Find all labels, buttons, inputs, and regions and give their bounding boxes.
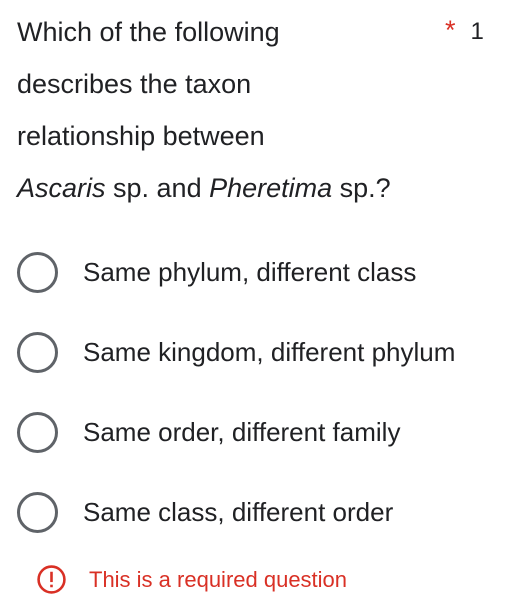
question-line-1: Which of the following (17, 17, 280, 47)
question-line-3: relationship between (17, 121, 265, 151)
option-label: Same kingdom, different phylum (83, 336, 456, 367)
option-label: Same phylum, different class (83, 256, 417, 287)
required-error: This is a required question (36, 564, 347, 595)
required-asterisk: * (445, 15, 456, 45)
option-same-phylum[interactable]: Same phylum, different class (17, 232, 513, 312)
option-label: Same order, different family (83, 416, 401, 447)
required-marker: * 1 (445, 10, 513, 52)
option-same-kingdom[interactable]: Same kingdom, different phylum (17, 312, 513, 392)
option-same-order[interactable]: Same order, different family (17, 392, 513, 472)
radio-button[interactable] (17, 331, 58, 373)
exclamation-circle-icon (37, 565, 66, 594)
question-text: Which of the following describes the tax… (17, 6, 417, 214)
question-line-2: describes the taxon (17, 69, 252, 99)
radio-button[interactable] (17, 411, 58, 453)
question-connector: sp. and (105, 173, 210, 203)
radio-button[interactable] (17, 251, 58, 293)
answer-options: Same phylum, different class Same kingdo… (17, 232, 513, 552)
question-line-4: Ascaris sp. and Pheretima sp.? (17, 162, 417, 214)
genus-ascaris: Ascaris (17, 173, 106, 203)
points-value: 1 (470, 18, 484, 45)
radio-button[interactable] (17, 491, 58, 533)
genus-pheretima: Pheretima (209, 173, 333, 203)
question-tail: sp.? (332, 173, 391, 203)
error-message: This is a required question (89, 566, 348, 592)
option-label: Same class, different order (83, 496, 394, 527)
option-same-class[interactable]: Same class, different order (17, 472, 513, 552)
